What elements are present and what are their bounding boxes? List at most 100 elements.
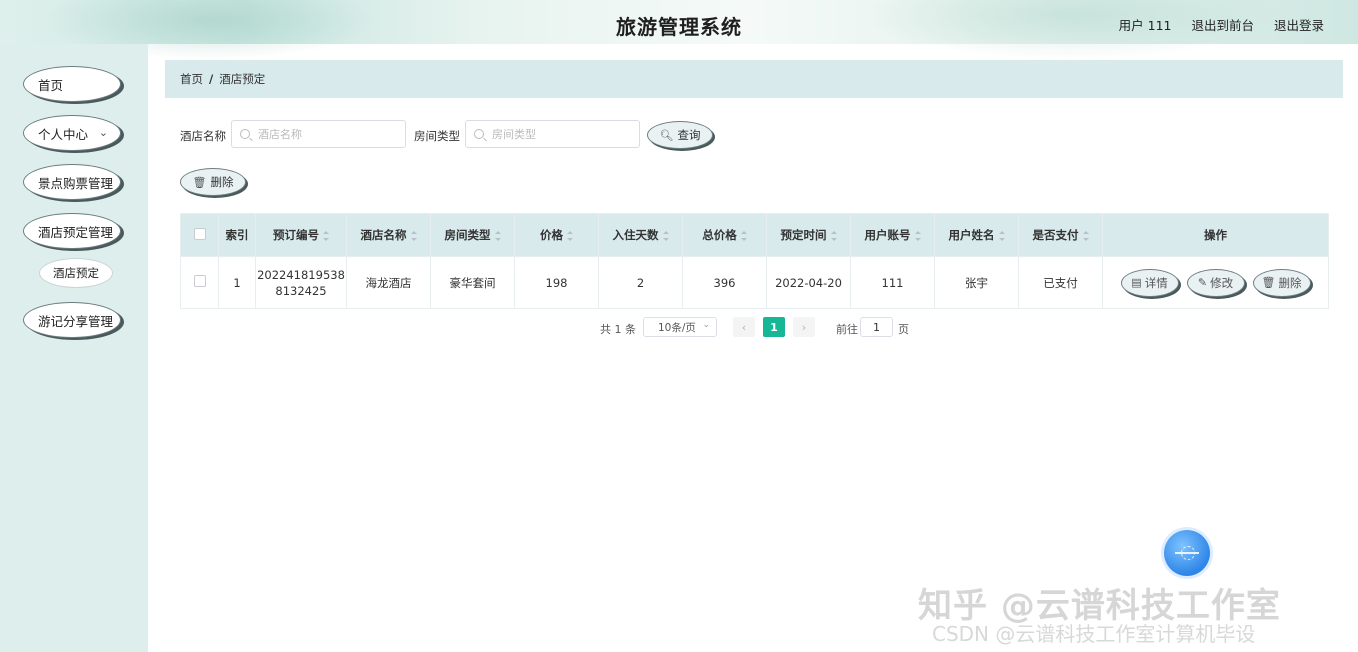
page-number-current[interactable]: 1	[763, 317, 785, 337]
sort-icon[interactable]	[662, 230, 669, 241]
exit-to-front-link[interactable]: 退出到前台	[1191, 18, 1254, 33]
room-type-field[interactable]	[465, 120, 640, 148]
batch-delete-button[interactable]: 🗑︎ 删除	[180, 168, 246, 196]
table-header-row: 索引 预订编号 酒店名称 房间类型 价格 入住天数 总价格 预定时间 用户账号 …	[180, 213, 1329, 257]
user-label: 用户 111	[1118, 18, 1172, 33]
column-header-label: 预订编号	[273, 228, 319, 242]
cell-days: 2	[598, 256, 683, 309]
column-header-user-name[interactable]: 用户姓名	[934, 213, 1019, 257]
hotel-name-input[interactable]	[256, 126, 380, 142]
pencil-icon: ✎	[1197, 276, 1208, 289]
hotel-name-label: 酒店名称	[180, 129, 226, 143]
sidebar-item-label: 景点购票管理	[38, 175, 114, 191]
prev-page-button[interactable]: ‹	[733, 317, 755, 337]
sort-icon[interactable]	[1082, 230, 1089, 241]
sidebar-item-travel-notes-management[interactable]: 游记分享管理	[23, 302, 121, 338]
column-header-price[interactable]: 价格	[514, 213, 599, 257]
order-no-line: 202241819538	[257, 267, 345, 282]
detail-button[interactable]: ▤ 详情	[1120, 268, 1179, 297]
sort-icon[interactable]	[830, 230, 837, 241]
detail-button-label: 详情	[1144, 275, 1168, 290]
pagination-total: 共 1 条	[600, 323, 636, 336]
room-type-input[interactable]	[490, 126, 614, 142]
cell-room-type: 豪华套间	[430, 256, 515, 309]
cell-user-name: 张宇	[934, 256, 1019, 309]
cell-paid-status: 已支付	[1018, 256, 1103, 309]
cell-user-account: 111	[850, 256, 935, 309]
sort-icon[interactable]	[998, 230, 1005, 241]
column-header-days[interactable]: 入住天数	[598, 213, 683, 257]
sidebar-item-ticket-management[interactable]: 景点购票管理	[23, 164, 121, 200]
breadcrumb-separator: /	[209, 72, 214, 86]
query-button-label: 查询	[677, 128, 701, 142]
select-all-checkbox[interactable]	[193, 227, 206, 240]
next-page-button[interactable]: ›	[793, 317, 815, 337]
batch-delete-label: 删除	[210, 175, 234, 189]
column-header-label: 房间类型	[444, 228, 491, 242]
column-header-label: 酒店名称	[360, 228, 407, 242]
sidebar-item-label: 首页	[38, 77, 64, 93]
breadcrumb: 首页 / 酒店预定	[180, 71, 265, 87]
edit-button[interactable]: ✎ 修改	[1186, 268, 1245, 297]
column-header-label: 操作	[1204, 228, 1227, 242]
row-checkbox[interactable]	[193, 275, 206, 287]
sidebar: 首页 个人中心 ⌄ 景点购票管理 酒店预定管理 酒店预定 游记分享管理	[0, 44, 148, 652]
column-header-label: 总价格	[702, 228, 737, 242]
chevron-left-icon: ‹	[741, 320, 747, 334]
breadcrumb-current: 酒店预定	[219, 72, 266, 86]
delete-button-label: 删除	[1278, 275, 1302, 290]
sidebar-item-hotel-booking-management[interactable]: 酒店预定管理	[23, 213, 121, 249]
sort-icon[interactable]	[914, 230, 921, 241]
column-header-total-price[interactable]: 总价格	[682, 213, 767, 257]
column-header-label: 用户账号	[864, 228, 911, 242]
sidebar-item-home[interactable]: 首页	[23, 66, 121, 102]
column-header-index: 索引	[218, 213, 256, 257]
page-size-select[interactable]: 10条/页 ⌄	[643, 317, 717, 337]
column-header-paid[interactable]: 是否支付	[1018, 213, 1103, 257]
sidebar-item-label: 个人中心	[38, 126, 89, 142]
app-header: 旅游管理系统 用户 111 退出到前台 退出登录	[0, 0, 1358, 60]
query-button[interactable]: 🔍︎ 查询	[647, 121, 713, 149]
table-row: 1 202241819538 8132425 海龙酒店 豪华套间 198 2 3…	[180, 256, 1329, 309]
select-all-cell	[180, 213, 219, 257]
chevron-down-icon: ⌄	[702, 320, 710, 330]
column-header-label: 入住天数	[612, 228, 659, 242]
column-header-label: 用户姓名	[948, 228, 995, 242]
chevron-right-icon: ›	[801, 320, 807, 334]
row-actions: ▤ 详情 ✎ 修改 🗑︎ 删除	[1103, 268, 1328, 297]
floating-assistant-button[interactable]	[1164, 530, 1210, 576]
sidebar-item-label: 游记分享管理	[38, 313, 114, 329]
sidebar-item-personal-center[interactable]: 个人中心 ⌄	[23, 115, 121, 151]
page-size-value: 10条/页	[658, 321, 696, 334]
cell-order-no: 202241819538 8132425	[255, 256, 347, 309]
column-header-booking-time[interactable]: 预定时间	[766, 213, 851, 257]
hotel-name-field[interactable]	[231, 120, 406, 148]
sort-icon[interactable]	[323, 230, 329, 241]
sort-icon[interactable]	[494, 230, 501, 241]
sort-icon[interactable]	[740, 230, 747, 241]
cell-actions: ▤ 详情 ✎ 修改 🗑︎ 删除	[1102, 256, 1329, 309]
sidebar-item-label: 酒店预定管理	[38, 224, 114, 240]
column-header-room-type[interactable]: 房间类型	[430, 213, 515, 257]
logout-link[interactable]: 退出登录	[1274, 18, 1324, 33]
column-header-label: 是否支付	[1032, 228, 1079, 242]
goto-page-input[interactable]: 1	[860, 317, 893, 337]
sidebar-subitem-hotel-booking[interactable]: 酒店预定	[39, 258, 113, 288]
delete-button[interactable]: 🗑︎ 删除	[1252, 268, 1311, 297]
room-type-label: 房间类型	[414, 129, 460, 143]
column-header-order-no[interactable]: 预订编号	[255, 213, 347, 257]
column-header-user-account[interactable]: 用户账号	[850, 213, 935, 257]
trash-icon: 🗑︎	[192, 175, 207, 189]
order-no-line: 8132425	[275, 283, 327, 298]
trash-icon: 🗑︎	[1261, 276, 1276, 289]
sort-icon[interactable]	[567, 230, 573, 241]
cell-hotel-name: 海龙酒店	[346, 256, 431, 309]
sidebar-item-label: 酒店预定	[53, 266, 99, 280]
cell-booking-time: 2022-04-20	[766, 256, 851, 309]
search-icon: 🔍︎	[659, 128, 674, 142]
sort-icon[interactable]	[410, 230, 417, 241]
row-select-cell	[180, 256, 219, 309]
column-header-actions: 操作	[1102, 213, 1329, 257]
breadcrumb-home[interactable]: 首页	[180, 72, 203, 86]
column-header-hotel-name[interactable]: 酒店名称	[346, 213, 431, 257]
